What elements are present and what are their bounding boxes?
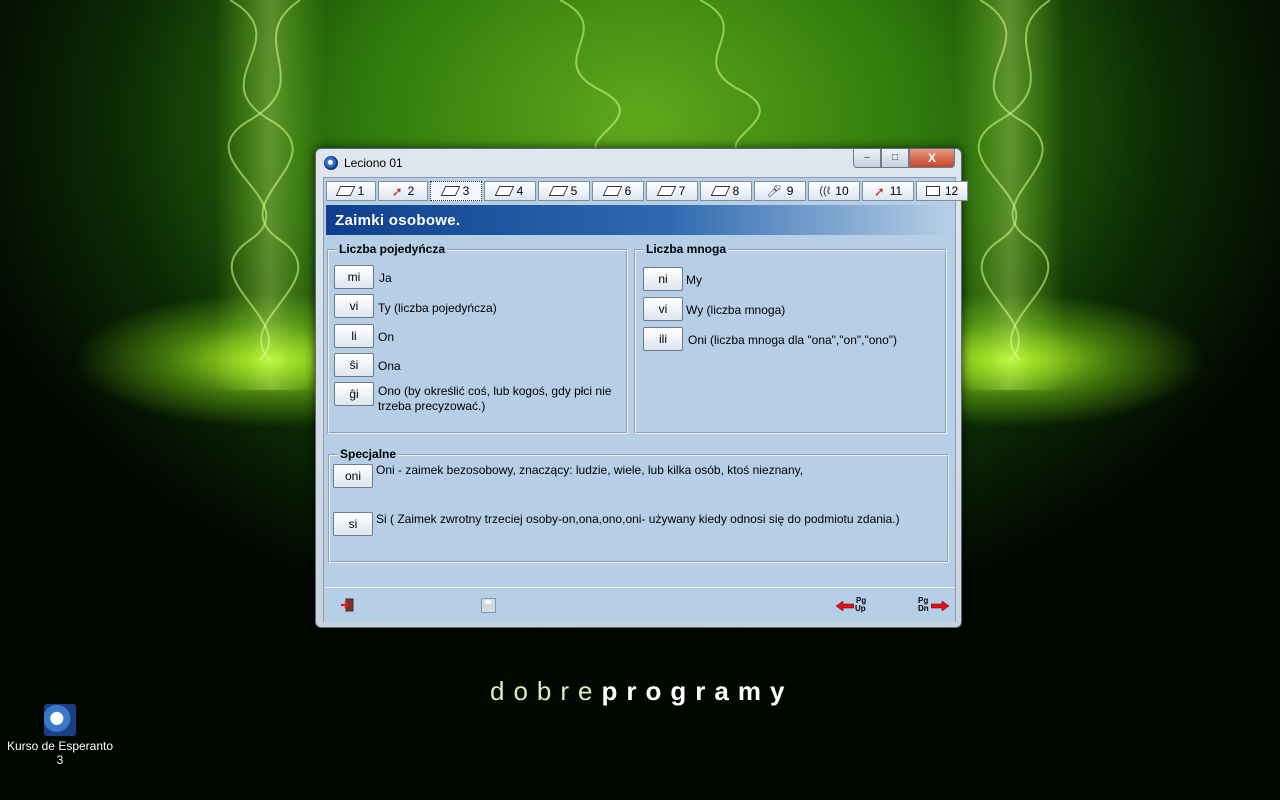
esperanto-app-icon xyxy=(44,704,76,736)
pronoun-desc-si: Si ( Zaimek zwrotny trzeciej osoby-on,on… xyxy=(376,512,900,526)
save-disk-icon[interactable] xyxy=(481,598,496,613)
page-up-button[interactable]: Pg Up xyxy=(836,596,870,614)
left-arrow-icon xyxy=(836,601,854,611)
book-icon xyxy=(656,186,676,196)
book-icon xyxy=(440,186,460,196)
app-window: Leciono 01 – □ X 1 ➚ 2 3 4 5 6 7 8 🎤︎ 9 ((… xyxy=(315,148,968,628)
brand-light-text: dobre xyxy=(490,676,602,706)
tab-7[interactable]: 7 xyxy=(646,181,698,201)
maximize-button[interactable]: □ xyxy=(881,149,909,168)
pronoun-button-vi[interactable]: vi xyxy=(334,294,374,318)
tab-11[interactable]: ➚ 11 xyxy=(862,181,914,201)
tab-label: 2 xyxy=(407,184,415,198)
page-down-button[interactable]: Pg Dn xyxy=(916,596,950,614)
brand-bold-text: programy xyxy=(601,676,794,706)
pronoun-button-ili[interactable]: ili xyxy=(643,327,683,351)
tab-8[interactable]: 8 xyxy=(700,181,752,201)
app-icon xyxy=(324,156,338,170)
tab-12[interactable]: 12 xyxy=(916,181,968,201)
brand-watermark: dobreprogramy xyxy=(490,676,793,707)
singular-legend: Liczba pojedyńcza xyxy=(337,242,448,256)
tab-2[interactable]: ➚ 2 xyxy=(378,181,428,201)
singular-group: Liczba pojedyńcza mi Ja vi Ty (liczba po… xyxy=(327,242,628,434)
page-up-label-bottom: Up xyxy=(855,604,866,613)
pronoun-desc-ni: My xyxy=(686,273,702,287)
pronoun-button-oni[interactable]: oni xyxy=(333,464,373,488)
card-icon xyxy=(925,186,940,196)
tab-4[interactable]: 4 xyxy=(484,181,536,201)
special-legend: Specjalne xyxy=(338,447,399,461)
pronoun-button-mi[interactable]: mi xyxy=(334,265,374,289)
tab-1[interactable]: 1 xyxy=(326,181,376,201)
desktop-shortcut-label: Kurso de Esperanto 3 xyxy=(6,739,114,767)
window-title: Leciono 01 xyxy=(344,156,403,170)
right-arrow-icon xyxy=(931,601,949,611)
minimize-button[interactable]: – xyxy=(853,149,881,168)
pronoun-button-shi[interactable]: ŝi xyxy=(334,353,374,377)
book-icon xyxy=(494,186,514,196)
client-area: 1 ➚ 2 3 4 5 6 7 8 🎤︎ 9 ((ℓ 10 ➚ 11 12 Zaimki… xyxy=(323,177,968,622)
book-icon xyxy=(710,186,730,196)
tab-label: 9 xyxy=(786,184,794,198)
ear-icon: ((ℓ xyxy=(819,185,831,197)
pronoun-desc-vi: Ty (liczba pojedyńcza) xyxy=(378,301,497,315)
pronoun-desc-oni: Oni - zaimek bezosobowy, znaczący: ludzi… xyxy=(376,463,804,477)
tab-label: 12 xyxy=(944,184,959,198)
lesson-tabs: 1 ➚ 2 3 4 5 6 7 8 🎤︎ 9 ((ℓ 10 ➚ 11 12 xyxy=(326,181,968,201)
plural-legend: Liczba mnoga xyxy=(644,242,729,256)
tab-label: 5 xyxy=(570,184,578,198)
tab-label: 7 xyxy=(678,184,686,198)
close-button[interactable]: X xyxy=(909,149,955,168)
tab-6[interactable]: 6 xyxy=(592,181,644,201)
cursor-arrow-icon: ➚ xyxy=(391,183,403,199)
tab-label: 10 xyxy=(835,184,849,198)
microphone-icon: 🎤︎ xyxy=(766,184,782,198)
book-icon xyxy=(548,186,568,196)
cursor-arrow-icon: ➚ xyxy=(873,183,885,199)
plural-group: Liczba mnoga ni My vi Wy (liczba mnoga) … xyxy=(634,242,947,434)
pronoun-desc-mi: Ja xyxy=(379,271,392,285)
book-icon xyxy=(602,186,622,196)
pronoun-button-si[interactable]: si xyxy=(333,512,373,536)
pronoun-button-ghi[interactable]: ĝi xyxy=(334,382,374,406)
special-group: Specjalne oni Oni - zaimek bezosobowy, z… xyxy=(328,447,949,563)
pronoun-button-ni[interactable]: ni xyxy=(643,267,683,291)
book-icon xyxy=(335,186,355,196)
bottom-toolbar: Pg Up Pg Dn xyxy=(324,587,955,622)
lesson-header: Zaimki osobowe. xyxy=(326,205,951,235)
tab-5[interactable]: 5 xyxy=(538,181,590,201)
pronoun-desc-ghi: Ono (by określić coś, lub kogoś, gdy płc… xyxy=(378,384,612,413)
tab-label: 1 xyxy=(357,184,365,198)
tab-3[interactable]: 3 xyxy=(430,181,482,201)
window-controls: – □ X xyxy=(853,149,955,169)
tab-9[interactable]: 🎤︎ 9 xyxy=(754,181,806,201)
desktop-shortcut[interactable]: Kurso de Esperanto 3 xyxy=(4,704,116,767)
page-title: Zaimki osobowe. xyxy=(335,212,461,229)
tab-label: 3 xyxy=(462,184,470,198)
tab-10[interactable]: ((ℓ 10 xyxy=(808,181,860,201)
page-down-label-bottom: Dn xyxy=(918,604,929,613)
pronoun-desc-vi-plural: Wy (liczba mnoga) xyxy=(686,303,786,317)
tab-label: 8 xyxy=(732,184,740,198)
pronoun-button-vi-plural[interactable]: vi xyxy=(643,297,683,321)
tab-label: 11 xyxy=(889,184,903,198)
pronoun-desc-ili: Oni (liczba mnoga dla "ona","on","ono") xyxy=(688,333,898,347)
tab-label: 4 xyxy=(516,184,524,198)
pronoun-desc-shi: Ona xyxy=(378,359,401,373)
title-bar[interactable]: Leciono 01 – □ X xyxy=(316,149,961,177)
exit-door-icon[interactable] xyxy=(340,598,354,612)
tab-label: 6 xyxy=(624,184,632,198)
pronoun-button-li[interactable]: li xyxy=(334,324,374,348)
pronoun-desc-li: On xyxy=(378,330,395,344)
